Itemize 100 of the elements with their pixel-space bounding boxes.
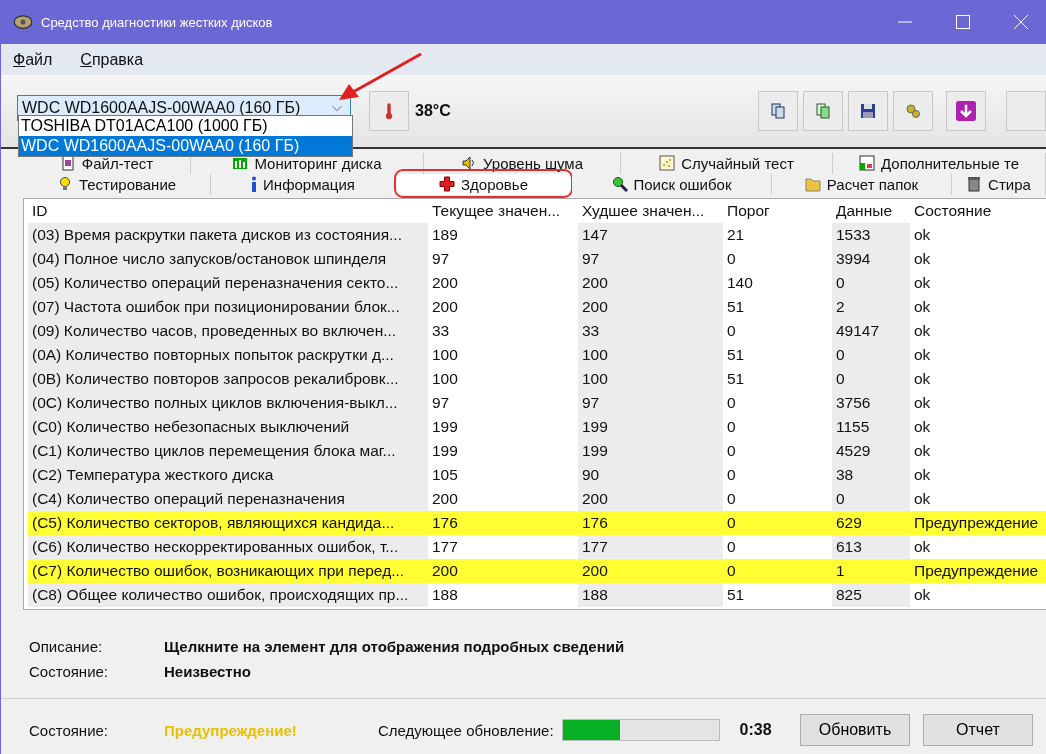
table-cell-text: 21 xyxy=(726,224,746,245)
table-cell-text: 51 xyxy=(726,584,746,605)
table-cell: (C5) Количество секторов, являющихся кандида... xyxy=(28,510,428,535)
table-cell-text: ok xyxy=(913,392,932,413)
table-cell-text: 0 xyxy=(726,464,737,485)
table-cell: 97 xyxy=(578,390,723,415)
table-cell: 200 xyxy=(578,294,723,319)
table-cell-text: 105 xyxy=(431,464,459,485)
copy-button[interactable] xyxy=(758,91,798,131)
table-cell-text: ok xyxy=(913,416,932,437)
table-cell: 100 xyxy=(578,366,723,391)
dropdown-option[interactable]: WDC WD1600AAJS-00WAA0 (160 ГБ) xyxy=(19,136,352,156)
table-cell: (03) Время раскрутки пакета дисков из состояния... xyxy=(28,222,428,247)
action-button[interactable]: Отчет xyxy=(923,714,1033,747)
tab[interactable]: Поиск ошибок xyxy=(572,173,772,195)
table-cell: (C1) Количество циклов перемещения блока маг... xyxy=(28,438,428,463)
table-cell-text: 189 xyxy=(431,224,459,245)
close-icon xyxy=(1013,14,1029,30)
table-cell: 176 xyxy=(428,510,578,535)
column-header[interactable]: Текущее значен... xyxy=(428,198,578,223)
cross-icon xyxy=(439,176,455,193)
table-cell: (0A) Количество повторных попыток раскрутки д... xyxy=(28,342,428,367)
hard-disk-icon xyxy=(13,12,33,32)
table-cell: 0 xyxy=(723,510,832,535)
folder-icon xyxy=(804,176,821,193)
table-cell: 3994 xyxy=(832,246,910,271)
table-cell-text: 100 xyxy=(431,368,459,389)
table-cell-text: 97 xyxy=(431,248,451,269)
temperature-reading: 38°C xyxy=(415,102,451,120)
table-cell: 97 xyxy=(578,246,723,271)
countdown-time: 0:38 xyxy=(739,721,772,740)
table-cell: 200 xyxy=(428,558,578,583)
table-cell: 200 xyxy=(578,270,723,295)
table-cell-text: 0 xyxy=(726,392,737,413)
table-cell: (0C) Количество полных циклов включения-выкл... xyxy=(28,390,428,415)
action-button[interactable]: Обновить xyxy=(800,714,910,747)
maximize-icon xyxy=(955,14,971,30)
table-cell: (07) Частота ошибок при позиционировании блок... xyxy=(28,294,428,319)
copy-button[interactable] xyxy=(803,91,843,131)
table-cell-text: 0 xyxy=(726,536,737,557)
table-cell: 199 xyxy=(578,438,723,463)
table-cell-text: 51 xyxy=(726,344,746,365)
table-cell: (C8) Общее количество ошибок, происходящих пр... xyxy=(28,582,428,607)
column-header[interactable]: Порог xyxy=(723,198,832,223)
column-header[interactable]: Состояние xyxy=(910,198,1046,223)
window-title: Средство диагностики жестких дисков xyxy=(41,14,274,30)
table-cell: Предупреждение xyxy=(910,558,1046,583)
table-cell-text: 188 xyxy=(431,584,459,605)
detail-value: Щелкните на элемент для отображения подробных сведений xyxy=(164,637,626,657)
settings-button[interactable] xyxy=(893,91,933,131)
column-header[interactable]: Данные xyxy=(832,198,910,223)
table-cell: 49147 xyxy=(832,318,910,343)
column-header[interactable]: ID xyxy=(28,198,428,223)
table-cell-text: ok xyxy=(913,224,932,245)
table-cell: 147 xyxy=(578,222,723,247)
table-cell-text: 0 xyxy=(726,248,737,269)
table-cell-text: 100 xyxy=(431,344,459,365)
detail-label: Описание: xyxy=(29,637,104,657)
table-cell: 177 xyxy=(578,534,723,559)
table-cell: (C2) Температура жесткого диска xyxy=(28,462,428,487)
table-cell: (09) Количество часов, проведенных во включен... xyxy=(28,318,428,343)
table-cell: 90 xyxy=(578,462,723,487)
table-cell-text: 177 xyxy=(431,536,459,557)
table-cell-text: 51 xyxy=(726,296,746,317)
table-cell-text: 200 xyxy=(431,296,459,317)
table-cell-text: ok xyxy=(913,584,932,605)
table-cell: (C7) Количество ошибок, возникающих при перед... xyxy=(28,558,428,583)
table-cell: 629 xyxy=(832,510,910,535)
next-update-label: Следующее обновление: xyxy=(378,721,554,739)
magnifier-icon xyxy=(611,176,628,193)
documents-icon xyxy=(815,103,831,119)
table-cell-text: ok xyxy=(913,488,932,509)
table-cell: 100 xyxy=(578,342,723,367)
table-cell-text: ok xyxy=(913,536,932,557)
table-cell: 38 xyxy=(832,462,910,487)
table-cell-text: 0 xyxy=(726,488,737,509)
menu-item[interactable]: Справка xyxy=(80,50,144,69)
table-cell: 200 xyxy=(578,486,723,511)
table-cell: Предупреждение xyxy=(910,510,1046,535)
table-cell: (04) Полное число запусков/остановок шпинделя xyxy=(28,246,428,271)
table-cell-text: 199 xyxy=(431,440,459,461)
info-icon xyxy=(251,176,258,193)
gears-icon xyxy=(905,103,921,119)
table-cell: 825 xyxy=(832,582,910,607)
menu-item[interactable]: Файл xyxy=(13,50,53,69)
table-cell-text: 51 xyxy=(726,368,746,389)
column-header[interactable]: Худшее значен... xyxy=(578,198,723,223)
thermometer-button[interactable] xyxy=(369,91,409,131)
detail-value: Неизвестно xyxy=(164,662,252,682)
table-cell-text: ok xyxy=(913,296,932,317)
table-cell-text: 140 xyxy=(726,272,754,293)
table-cell-text: ok xyxy=(913,272,932,293)
table-cell: 613 xyxy=(832,534,910,559)
table-cell: (05) Количество операций переназначения секто... xyxy=(28,270,428,295)
table-cell-text: 0 xyxy=(726,320,737,341)
download-button[interactable] xyxy=(946,91,986,131)
speaker-icon xyxy=(461,155,477,172)
save-button[interactable] xyxy=(848,91,888,131)
down-arrow-icon xyxy=(956,101,976,121)
table-cell: (C6) Количество нескорректированных ошибок, т... xyxy=(28,534,428,559)
